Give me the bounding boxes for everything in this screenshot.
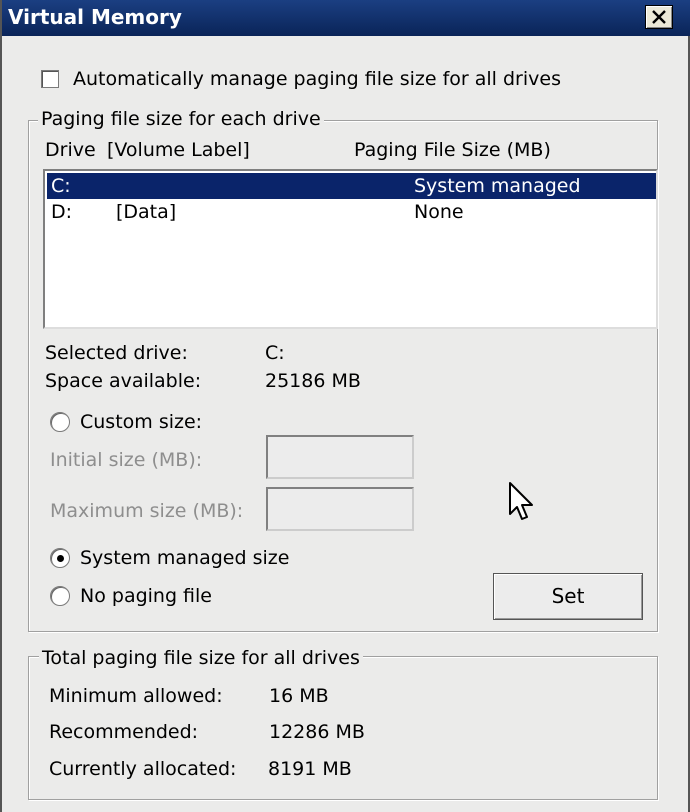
recommended-label: Recommended: <box>49 721 199 743</box>
maximum-size-label: Maximum size (MB): <box>50 500 244 522</box>
no-paging-file-label[interactable]: No paging file <box>80 585 212 607</box>
drive-row-c[interactable]: C: System managed <box>47 173 656 199</box>
drive-row-d[interactable]: D: [Data] None <box>47 199 656 225</box>
drive-volume-label: [Data] <box>116 201 177 223</box>
virtual-memory-dialog: Virtual Memory Automatically manage pagi… <box>0 0 690 812</box>
column-header-paging-size: Paging File Size (MB) <box>354 139 551 161</box>
custom-size-label[interactable]: Custom size: <box>80 411 202 433</box>
currently-allocated-label: Currently allocated: <box>49 758 237 780</box>
column-header-volume-label: [Volume Label] <box>107 139 250 161</box>
custom-size-radio[interactable] <box>50 412 70 432</box>
radio-selected-dot <box>57 555 64 562</box>
column-header-drive: Drive <box>45 139 96 161</box>
totals-group-legend: Total paging file size for all drives <box>39 647 363 669</box>
system-managed-label[interactable]: System managed size <box>80 547 289 569</box>
mouse-pointer-icon <box>509 482 533 520</box>
currently-allocated-value: 8191 MB <box>268 758 352 780</box>
recommended-value: 12286 MB <box>269 721 365 743</box>
selected-drive-value: C: <box>265 342 285 364</box>
drive-letter: D: <box>51 201 73 223</box>
minimum-allowed-label: Minimum allowed: <box>49 685 223 707</box>
space-available-label: Space available: <box>45 370 202 392</box>
drive-letter: C: <box>51 175 71 197</box>
drive-list[interactable]: C: System managed D: [Data] None <box>43 169 658 329</box>
system-managed-radio[interactable] <box>50 548 70 568</box>
space-available-value: 25186 MB <box>265 370 361 392</box>
maximum-size-input[interactable] <box>266 487 414 531</box>
window-title: Virtual Memory <box>8 5 182 29</box>
set-button[interactable]: Set <box>493 573 643 620</box>
minimum-allowed-value: 16 MB <box>269 685 329 707</box>
per-drive-group-legend: Paging file size for each drive <box>38 108 324 130</box>
drive-paging-size: None <box>414 201 464 223</box>
auto-manage-checkbox[interactable] <box>41 70 59 88</box>
initial-size-label: Initial size (MB): <box>50 449 203 471</box>
title-bar: Virtual Memory <box>2 0 690 36</box>
drive-paging-size: System managed <box>414 175 581 197</box>
close-icon <box>652 10 666 24</box>
close-button[interactable] <box>645 5 673 29</box>
initial-size-input[interactable] <box>266 435 414 479</box>
no-paging-file-radio[interactable] <box>50 586 70 606</box>
auto-manage-label[interactable]: Automatically manage paging file size fo… <box>73 68 561 90</box>
selected-drive-label: Selected drive: <box>45 342 188 364</box>
